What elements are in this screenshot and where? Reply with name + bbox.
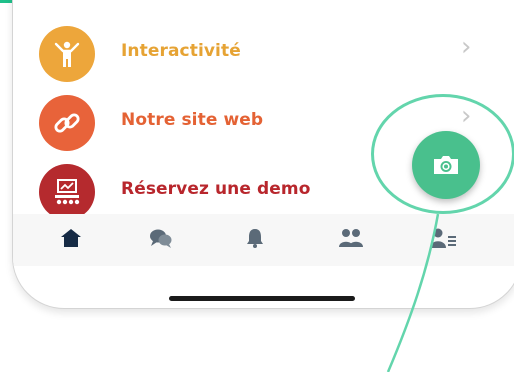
- camera-button[interactable]: [412, 131, 480, 199]
- camera-icon: [434, 156, 458, 174]
